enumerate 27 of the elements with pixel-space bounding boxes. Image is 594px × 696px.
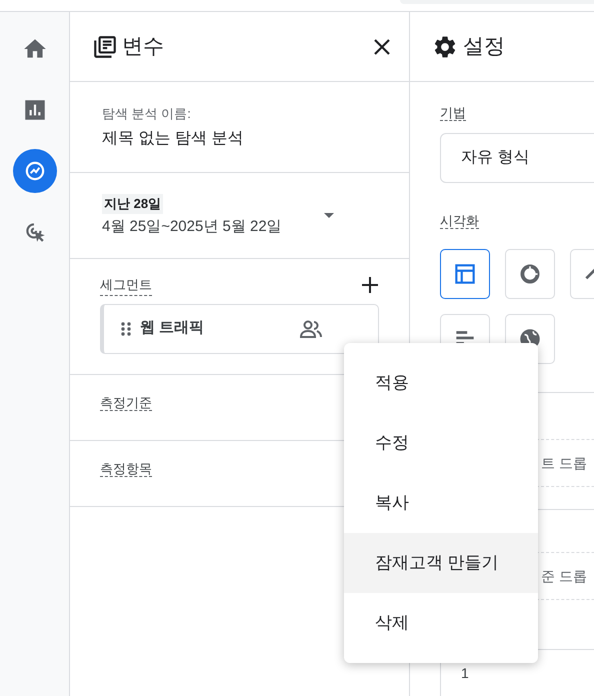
panel-title: 설정 [463, 34, 505, 60]
section-label: 기법 [440, 105, 466, 121]
panel-title: 변수 [122, 34, 164, 60]
variables-icon [92, 34, 118, 60]
menu-item[interactable]: 잠재고객 만들기 [344, 533, 538, 593]
exploration-name[interactable]: 제목 없는 탐색 분석 [102, 126, 244, 150]
technique-dropdown[interactable]: 자유 형식 [440, 133, 594, 183]
drag-handle-icon[interactable] [121, 322, 131, 336]
explore-icon[interactable] [12, 149, 56, 193]
menu-item[interactable]: 수정 [344, 413, 538, 473]
close-icon[interactable] [373, 38, 391, 56]
add-icon[interactable] [361, 276, 379, 294]
section-label: 측정항목 [100, 461, 152, 477]
menu-item[interactable]: 복사 [344, 473, 538, 533]
field-label: 탐색 분석 이름: [102, 105, 192, 123]
menu-item[interactable]: 삭제 [344, 593, 538, 653]
dropdown-caret-icon[interactable] [324, 213, 334, 218]
users-icon [299, 318, 323, 338]
visualization-option[interactable] [440, 249, 490, 299]
date-range[interactable]: 4월 25일~2025년 5월 22일 [102, 216, 282, 239]
row-number: 1 [461, 665, 469, 681]
section-label: 측정기준 [100, 395, 152, 411]
section-label: 세그먼트 [100, 275, 152, 296]
section-label: 시각화 [440, 213, 479, 229]
menu-item[interactable]: 적용 [344, 353, 538, 413]
date-preset-chip: 지난 28일 [102, 194, 164, 214]
settings-icon [432, 34, 458, 60]
